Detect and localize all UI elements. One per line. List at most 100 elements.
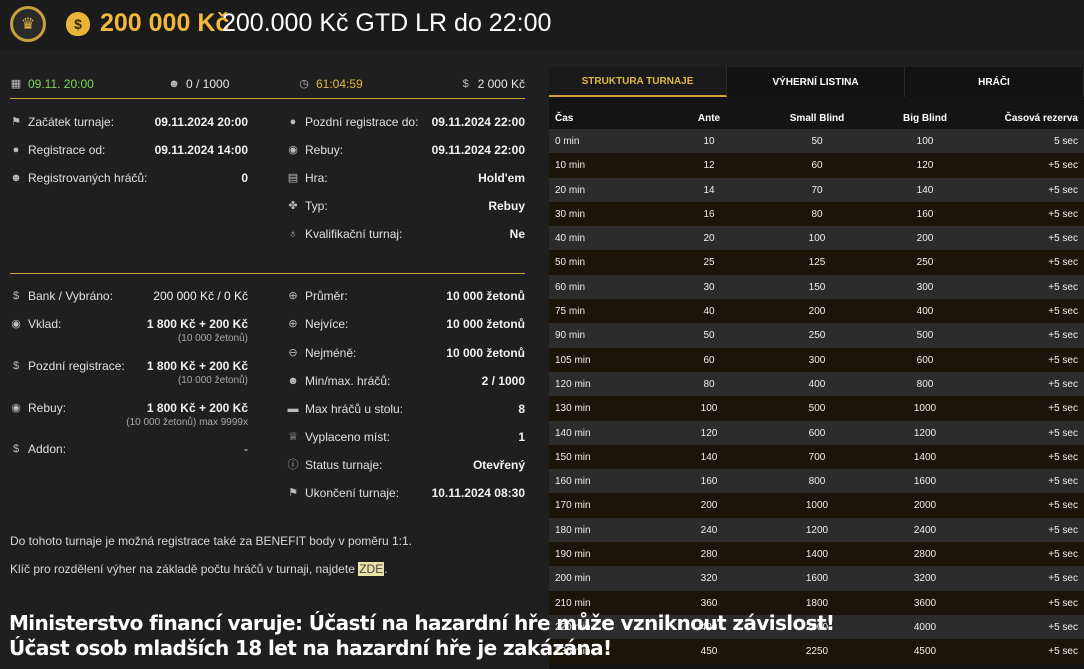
money-row: ◉ Rebuy: 1 800 Kč + 200 Kč (10 000 žetonů)… xyxy=(10,401,248,428)
tab-bar: STRUKTURA TURNAJE VÝHERNÍ LISTINA HRÁČI xyxy=(549,67,1084,97)
money-icon: $ xyxy=(462,78,469,90)
prize-stat: $ 2 000 Kč xyxy=(460,77,525,91)
info-value: 09.11.2024 20:00 xyxy=(154,115,248,129)
payout-key-link[interactable]: ZDE xyxy=(358,562,385,576)
cell-time: 170 min xyxy=(555,500,591,512)
stats-value: Otevřený xyxy=(472,458,525,472)
cell-time: 190 min xyxy=(555,549,591,561)
cell-small-blind: 1400 xyxy=(805,549,829,561)
casino-logo-icon[interactable]: ♛ xyxy=(10,6,46,42)
cell-ante: 200 xyxy=(700,500,718,512)
cell-time: 180 min xyxy=(555,524,591,536)
cell-ante: 50 xyxy=(703,330,715,342)
cell-ante: 10 xyxy=(703,136,715,147)
cell-time-bank: +5 sec xyxy=(1048,354,1078,366)
stats-row: ⊕ Nejvíce: 10 000 žetonů xyxy=(287,317,525,331)
cell-time-bank: +5 sec xyxy=(1048,306,1078,318)
cell-time-bank: +5 sec xyxy=(1048,476,1078,488)
table-row: 20 min 14 70 140 +5 sec xyxy=(549,177,1084,202)
payout-key-text: Klíč pro rozdělení výher na základě počt… xyxy=(10,562,359,576)
cell-time-bank: +5 sec xyxy=(1048,233,1078,245)
money-value: 1 800 Kč + 200 Kč xyxy=(146,317,248,331)
table-row: 200 min 320 1600 3200 +5 sec xyxy=(549,566,1084,591)
stats-value: 8 xyxy=(518,402,525,416)
structure-panel: STRUKTURA TURNAJE VÝHERNÍ LISTINA HRÁČI … xyxy=(549,67,1084,669)
info-value: Rebuy xyxy=(488,199,525,213)
cell-ante: 100 xyxy=(700,403,718,415)
cell-time: 30 min xyxy=(555,208,586,220)
warning-line: Účast osob mladších 18 let na hazardní h… xyxy=(9,636,612,660)
info-row: ☻ Registrovaných hráčů: 0 xyxy=(10,171,248,185)
cell-big-blind: 1600 xyxy=(913,476,937,488)
cell-small-blind: 1800 xyxy=(805,597,829,609)
cell-small-blind: 600 xyxy=(808,427,826,439)
summary-bar: ▦ 09.11. 20:00 ☻ 0 / 1000 ◷ 61:04:59 $ 2… xyxy=(10,75,525,99)
cell-big-blind: 1400 xyxy=(913,451,937,463)
stats-row: ⓘ Status turnaje: Otevřený xyxy=(287,458,526,472)
table-row: 50 min 25 125 250 +5 sec xyxy=(549,250,1084,275)
info-value: Hold'em xyxy=(478,171,525,185)
cell-big-blind: 2400 xyxy=(913,524,937,536)
cell-big-blind: 200 xyxy=(916,233,934,245)
blind-structure-table: 0 min 10 50 100 5 sec 10 min 12 60 120 +5 sec 20 m… xyxy=(549,129,1084,664)
cell-time: 0 min xyxy=(555,136,580,147)
stats-value: 10 000 žetonů xyxy=(446,317,525,331)
stats-row: ⚑ Ukončení turnaje: 10.11.2024 08:30 xyxy=(287,486,525,500)
prize-value: 2 000 Kč xyxy=(477,77,525,91)
cell-time: 130 min xyxy=(555,403,591,415)
table-row: 150 min 140 700 1400 +5 sec xyxy=(549,444,1084,470)
table-row: 160 min 160 800 1600 +5 sec xyxy=(549,469,1084,494)
money-subvalue: (10 000 žetonů) xyxy=(177,375,248,386)
cell-time-bank: +5 sec xyxy=(1048,621,1078,633)
cell-small-blind: 200 xyxy=(808,306,826,318)
column-header: Big Blind xyxy=(903,113,947,124)
cell-ante: 360 xyxy=(700,597,718,609)
cell-time-bank: +5 sec xyxy=(1048,378,1078,390)
column-header: Časová rezerva xyxy=(1004,113,1078,124)
cell-small-blind: 150 xyxy=(808,281,826,293)
column-header: Čas xyxy=(555,113,574,124)
cell-big-blind: 160 xyxy=(916,208,934,220)
cell-time-bank: 5 sec xyxy=(1054,136,1078,147)
cell-big-blind: 140 xyxy=(916,184,934,196)
payout-key-end: . xyxy=(384,562,388,576)
calendar-icon: ▦ xyxy=(10,78,22,90)
cell-time-bank: +5 sec xyxy=(1048,281,1078,293)
cell-big-blind: 3200 xyxy=(913,573,937,585)
stats-value: 10 000 žetonů xyxy=(446,346,525,360)
table-row: 180 min 240 1200 2400 +5 sec xyxy=(549,517,1084,543)
stats-row: ♕ Vyplaceno míst: 1 xyxy=(287,430,525,444)
cell-time-bank: +5 sec xyxy=(1048,500,1078,512)
cell-time: 140 min xyxy=(555,427,591,439)
cell-big-blind: 800 xyxy=(916,378,934,390)
cell-time-bank: +5 sec xyxy=(1048,257,1078,269)
money-value: - xyxy=(244,442,248,456)
tab-payouts[interactable]: VÝHERNÍ LISTINA xyxy=(727,67,905,97)
cell-time-bank: +5 sec xyxy=(1048,597,1078,609)
money-row: $ Bank / Vybráno: 200 000 Kč / 0 Kč xyxy=(10,289,248,303)
users-icon: ☻ xyxy=(168,78,180,90)
table-row: 130 min 100 500 1000 +5 sec xyxy=(549,396,1084,421)
info-row: ▤ Hra: Hold'em xyxy=(287,171,525,185)
stats-value: 2 / 1000 xyxy=(481,374,525,388)
cell-big-blind: 2800 xyxy=(913,549,937,561)
cell-big-blind: 2000 xyxy=(913,500,937,512)
cell-time: 10 min xyxy=(555,160,586,172)
stats-row: ⊖ Nejméně: 10 000 žetonů xyxy=(287,346,525,360)
cell-big-blind: 400 xyxy=(916,306,934,318)
table-row: 120 min 80 400 800 +5 sec xyxy=(549,371,1084,397)
tab-structure[interactable]: STRUKTURA TURNAJE xyxy=(549,67,727,97)
info-row: ● Registrace od: 09.11.2024 14:00 xyxy=(10,143,248,157)
cell-small-blind: 500 xyxy=(808,403,826,415)
cell-time: 50 min xyxy=(555,257,586,269)
cell-big-blind: 500 xyxy=(916,330,934,342)
table-row: 10 min 12 60 120 +5 sec xyxy=(549,153,1084,178)
table-row: 140 min 120 600 1200 +5 sec xyxy=(549,420,1084,445)
cell-small-blind: 70 xyxy=(811,184,823,196)
players-stat: ☻ 0 / 1000 xyxy=(168,77,229,91)
tab-players[interactable]: HRÁČI xyxy=(905,67,1084,97)
money-subvalue: (10 000 žetonů) max 9999x xyxy=(126,417,248,428)
start-date-value: 09.11. 20:00 xyxy=(28,77,94,91)
cell-time: 200 min xyxy=(555,573,591,585)
money-value: 200 000 Kč / 0 Kč xyxy=(153,289,248,303)
